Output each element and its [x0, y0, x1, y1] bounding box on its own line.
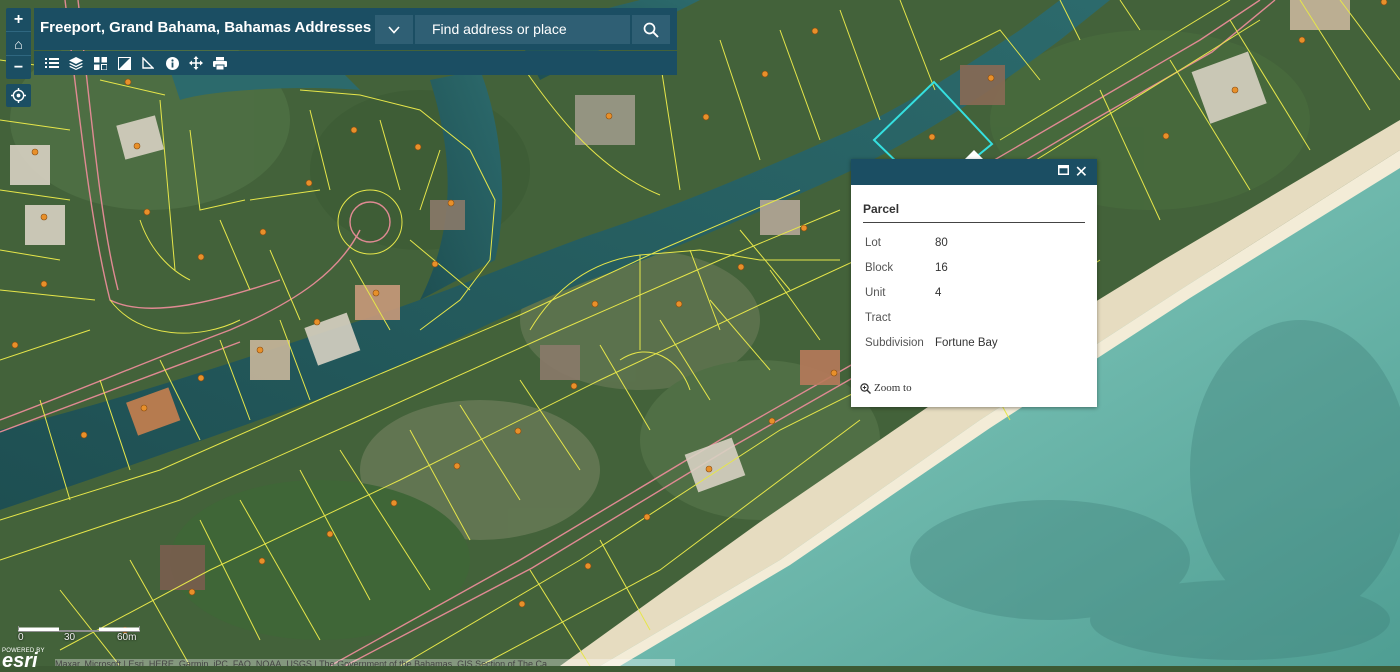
popup-title: Parcel — [863, 202, 1085, 223]
close-icon[interactable]: ✕ — [1075, 162, 1088, 182]
locate-button[interactable] — [6, 84, 31, 107]
attribute-label: Subdivision — [865, 336, 924, 349]
zoom-out-button[interactable]: − — [6, 56, 31, 79]
scale-label: 0 — [18, 632, 24, 643]
attribute-label: Lot — [865, 236, 881, 249]
attribute-table: Lot 80 Block 16 Unit 4 Tract Subdivision… — [861, 230, 1002, 355]
basemap-gallery-icon — [93, 56, 107, 70]
popup-header: ✕ — [851, 159, 1097, 185]
locate-icon — [11, 88, 26, 103]
attribute-row: Block 16 — [861, 255, 1002, 280]
aerial-imagery — [0, 0, 1400, 666]
attribute-value — [931, 305, 1002, 330]
toolbar — [34, 51, 677, 75]
chevron-down-icon — [388, 25, 400, 34]
attribute-value: Fortune Bay — [935, 336, 998, 349]
search-icon — [643, 22, 659, 38]
attribute-label: Tract — [865, 311, 891, 324]
basemap-gallery-button[interactable] — [88, 53, 112, 73]
attribute-label: Block — [865, 261, 894, 274]
scale-label: 60m — [117, 632, 137, 643]
parcel-popup: ✕ Parcel Lot 80 Block 16 Unit 4 Tract Su… — [851, 159, 1097, 407]
scale-label: 30 — [64, 632, 76, 643]
attribute-row: Unit 4 — [861, 280, 1002, 305]
measure-icon — [142, 57, 154, 69]
overview-icon — [117, 56, 131, 70]
zoom-to-link[interactable]: Zoom to — [860, 382, 912, 394]
attribute-label: Unit — [865, 286, 886, 299]
home-button[interactable]: ⌂ — [6, 32, 31, 56]
layers-icon — [69, 56, 83, 70]
measure-button[interactable] — [136, 53, 160, 73]
layers-button[interactable] — [64, 53, 88, 73]
app-header: Freeport, Grand Bahama, Bahamas Addresse… — [34, 8, 677, 50]
map-canvas[interactable] — [0, 0, 1400, 666]
attribute-row: Tract — [861, 305, 1002, 330]
search-source-dropdown[interactable] — [375, 15, 413, 44]
zoom-control: + ⌂ − — [6, 8, 31, 79]
attribute-row: Subdivision Fortune Bay — [861, 330, 1002, 355]
zoom-in-button[interactable]: + — [6, 8, 31, 32]
maximize-icon[interactable] — [1058, 165, 1069, 175]
map-attribution[interactable]: Maxar, Microsoft | Esri, HERE, Garmin, i… — [55, 659, 675, 666]
print-button[interactable] — [208, 53, 232, 73]
directions-button[interactable] — [184, 53, 208, 73]
esri-logo[interactable]: POWERED BY esri — [2, 648, 45, 671]
print-icon — [213, 56, 227, 70]
legend-icon — [45, 58, 59, 68]
popup-pointer — [965, 150, 983, 159]
attribute-row: Lot 80 — [861, 230, 1002, 255]
overview-map-button[interactable] — [112, 53, 136, 73]
legend-button[interactable] — [40, 53, 64, 73]
attribute-value: 16 — [935, 261, 948, 274]
app-title: Freeport, Grand Bahama, Bahamas Addresse… — [40, 19, 372, 36]
attribute-value: 4 — [935, 286, 942, 299]
zoom-to-icon — [860, 382, 871, 394]
zoom-to-label: Zoom to — [874, 382, 912, 394]
directions-icon — [189, 56, 203, 70]
info-icon — [165, 56, 179, 70]
about-button[interactable] — [160, 53, 184, 73]
attribute-value: 80 — [935, 236, 948, 249]
search-input[interactable]: Find address or place — [415, 15, 630, 44]
search-button[interactable] — [632, 15, 670, 44]
